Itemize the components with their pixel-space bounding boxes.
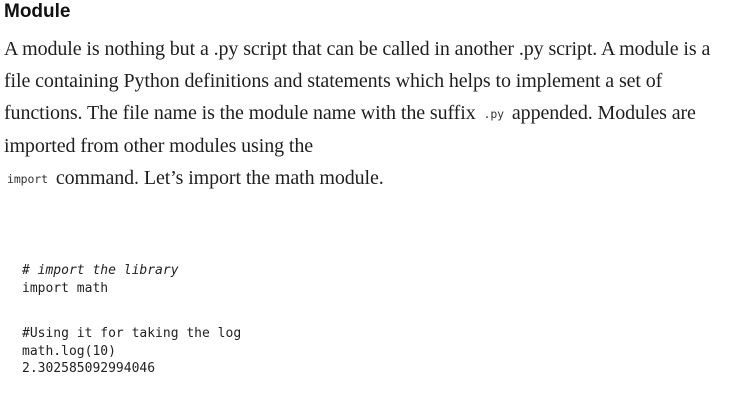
- code-line-comment-import: # import the library: [22, 263, 179, 278]
- code-line-comment-log: #Using it for taking the log: [22, 326, 242, 341]
- section-heading: Module: [4, 1, 71, 22]
- inline-code-py: .py: [483, 107, 505, 121]
- code-line-output: 2.302585092994046: [22, 361, 156, 376]
- code-line-import: import math: [22, 280, 109, 296]
- code-line-log-call: math.log(10): [22, 343, 116, 359]
- intro-paragraph: A module is nothing but a .py script tha…: [4, 33, 740, 195]
- code-block: # import the library import math #Using it…: [22, 262, 241, 378]
- inline-code-import: import: [7, 172, 48, 186]
- article: Module A module is nothing but a .py scr…: [4, 0, 740, 195]
- paragraph-text-3: command. Let’s import the math module.: [55, 167, 384, 189]
